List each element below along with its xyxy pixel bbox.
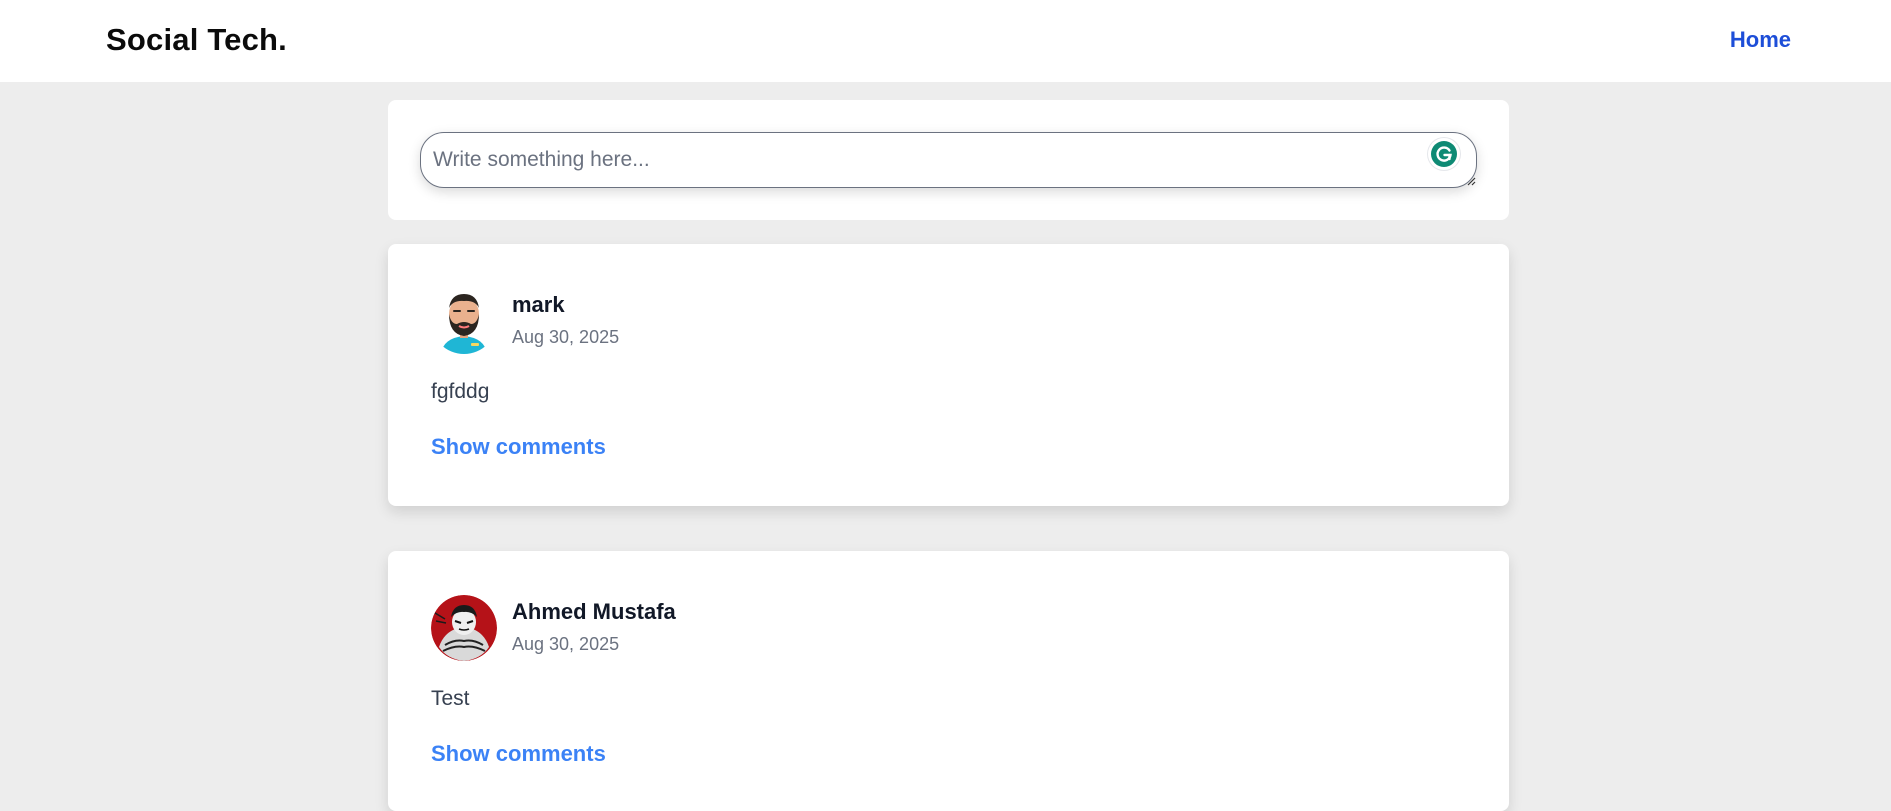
post-card: mark Aug 30, 2025 fgfddg Show comments (388, 244, 1509, 506)
avatar[interactable] (431, 595, 497, 661)
top-navbar: Social Tech. Home (0, 0, 1891, 82)
grammarly-logo-icon (1431, 141, 1457, 167)
show-comments-link[interactable]: Show comments (431, 741, 606, 767)
brand-logo[interactable]: Social Tech. (106, 22, 287, 58)
show-comments-link[interactable]: Show comments (431, 434, 606, 460)
bearded-man-avatar-icon (431, 288, 497, 354)
manga-character-avatar-icon (431, 595, 497, 661)
post-content: fgfddg (431, 380, 490, 403)
nav-home-link[interactable]: Home (1730, 27, 1791, 53)
avatar[interactable] (431, 288, 497, 354)
post-date: Aug 30, 2025 (512, 634, 620, 654)
post-content: Test (431, 687, 470, 710)
post-card: Ahmed Mustafa Aug 30, 2025 Test Show com… (388, 551, 1509, 811)
post-date: Aug 30, 2025 (512, 327, 620, 347)
post-composer-input[interactable] (420, 132, 1477, 188)
post-author-name[interactable]: mark (512, 292, 565, 318)
post-author-name[interactable]: Ahmed Mustafa (512, 599, 676, 625)
resize-handle-icon[interactable] (1466, 176, 1476, 186)
post-composer-card (388, 100, 1509, 220)
grammarly-icon[interactable] (1428, 138, 1460, 170)
